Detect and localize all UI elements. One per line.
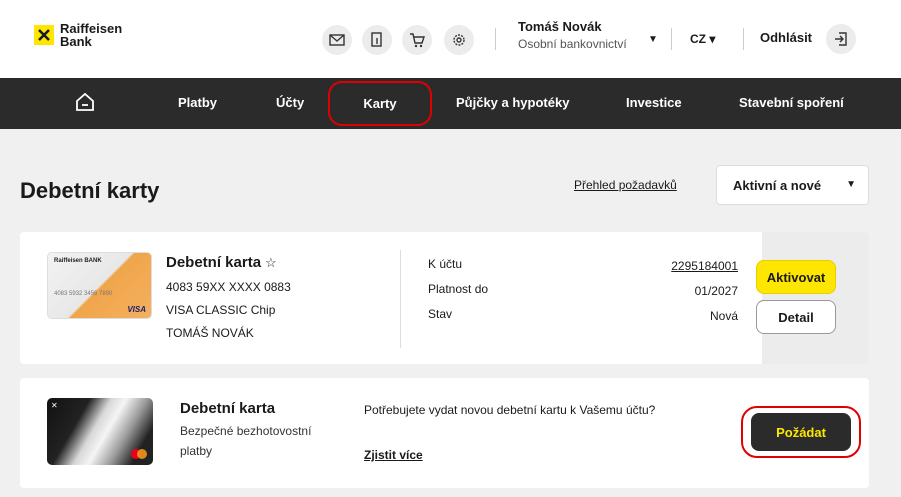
validity-value: 01/2027 (694, 284, 738, 298)
nav-item-investments[interactable]: Investice (626, 95, 682, 110)
logo-text-line2: Bank (60, 34, 92, 49)
account-number-link[interactable]: 2295184001 (671, 259, 738, 273)
header-separator (495, 28, 496, 50)
promo-subtitle: Bezpečné bezhotovostní platby (180, 424, 312, 458)
nav-item-cards[interactable]: Karty (328, 81, 432, 126)
activate-button[interactable]: Aktivovat (756, 260, 836, 294)
cart-icon[interactable] (402, 25, 432, 55)
settings-gear-icon[interactable] (444, 25, 474, 55)
card-holder: TOMÁŠ NOVÁK (166, 326, 254, 340)
header-separator (671, 28, 672, 50)
card-actions-area (762, 232, 869, 364)
filter-value: Aktivní a nové (733, 177, 822, 193)
documents-icon[interactable] (362, 25, 392, 55)
mastercard-icon (137, 449, 147, 459)
user-menu[interactable]: Tomáš Novák Osobní bankovnictví (518, 19, 627, 51)
promo-text: Potřebujete vydat novou debetní kartu k … (364, 403, 656, 417)
nav-item-loans[interactable]: Půjčky a hypotéky (456, 95, 569, 110)
top-header: Raiffeisen Bank Tomáš Novák Osobní banko… (0, 0, 901, 78)
learn-more-link[interactable]: Zjistit více (364, 448, 423, 462)
request-card-button[interactable]: Požádat (751, 413, 851, 451)
card-title-text: Debetní karta (166, 254, 262, 271)
card-logo-icon: ✕ (51, 401, 58, 410)
account-label: K účtu (428, 257, 463, 271)
visa-card-image: Raiffeisen BANK 4083 5932 3456 7890 VISA (47, 252, 152, 319)
debit-card-panel: Raiffeisen BANK 4083 5932 3456 7890 VISA… (20, 232, 869, 364)
language-selector[interactable]: CZ ▾ (690, 32, 715, 46)
card-title[interactable]: Debetní karta ☆ (166, 254, 277, 271)
card-image-brand: Raiffeisen BANK (54, 258, 102, 264)
promo-title: Debetní karta (180, 400, 276, 417)
detail-button[interactable]: Detail (756, 300, 836, 334)
logout-icon[interactable] (826, 24, 856, 54)
card-image-network: VISA (127, 305, 146, 314)
home-icon[interactable] (74, 91, 96, 118)
user-name: Tomáš Novák (518, 19, 602, 34)
status-value: Nová (709, 309, 738, 323)
favorite-star-icon[interactable]: ☆ (265, 255, 277, 270)
main-navigation: Platby Účty Půjčky a hypotéky Investice … (0, 78, 901, 129)
card-filter-select[interactable]: Aktivní a nové ▼ (716, 165, 869, 205)
header-separator (743, 28, 744, 50)
status-label: Stav (428, 307, 453, 321)
language-label: CZ (690, 32, 706, 46)
mastercard-card-image: ✕ (47, 398, 153, 465)
divider (400, 250, 401, 348)
chevron-down-icon[interactable]: ▼ (648, 34, 658, 45)
user-segment: Osobní bankovnictví (518, 37, 627, 51)
validity-label: Platnost do (428, 282, 489, 296)
raiffeisen-logo[interactable]: Raiffeisen Bank (34, 22, 122, 48)
card-type: VISA CLASSIC Chip (166, 303, 276, 317)
nav-item-payments[interactable]: Platby (178, 95, 217, 110)
logo-mark-icon (34, 25, 54, 45)
nav-item-building-savings[interactable]: Stavební spoření (739, 95, 844, 110)
page-title: Debetní karty (20, 178, 160, 203)
chevron-down-icon: ▼ (846, 179, 856, 190)
requests-overview-link[interactable]: Přehled požadavků (574, 178, 677, 192)
logout-link[interactable]: Odhlásit (760, 30, 812, 45)
card-number: 4083 59XX XXXX 0883 (166, 280, 291, 294)
card-image-number: 4083 5932 3456 7890 (54, 291, 113, 297)
nav-item-accounts[interactable]: Účty (276, 95, 304, 110)
mail-icon[interactable] (322, 25, 352, 55)
